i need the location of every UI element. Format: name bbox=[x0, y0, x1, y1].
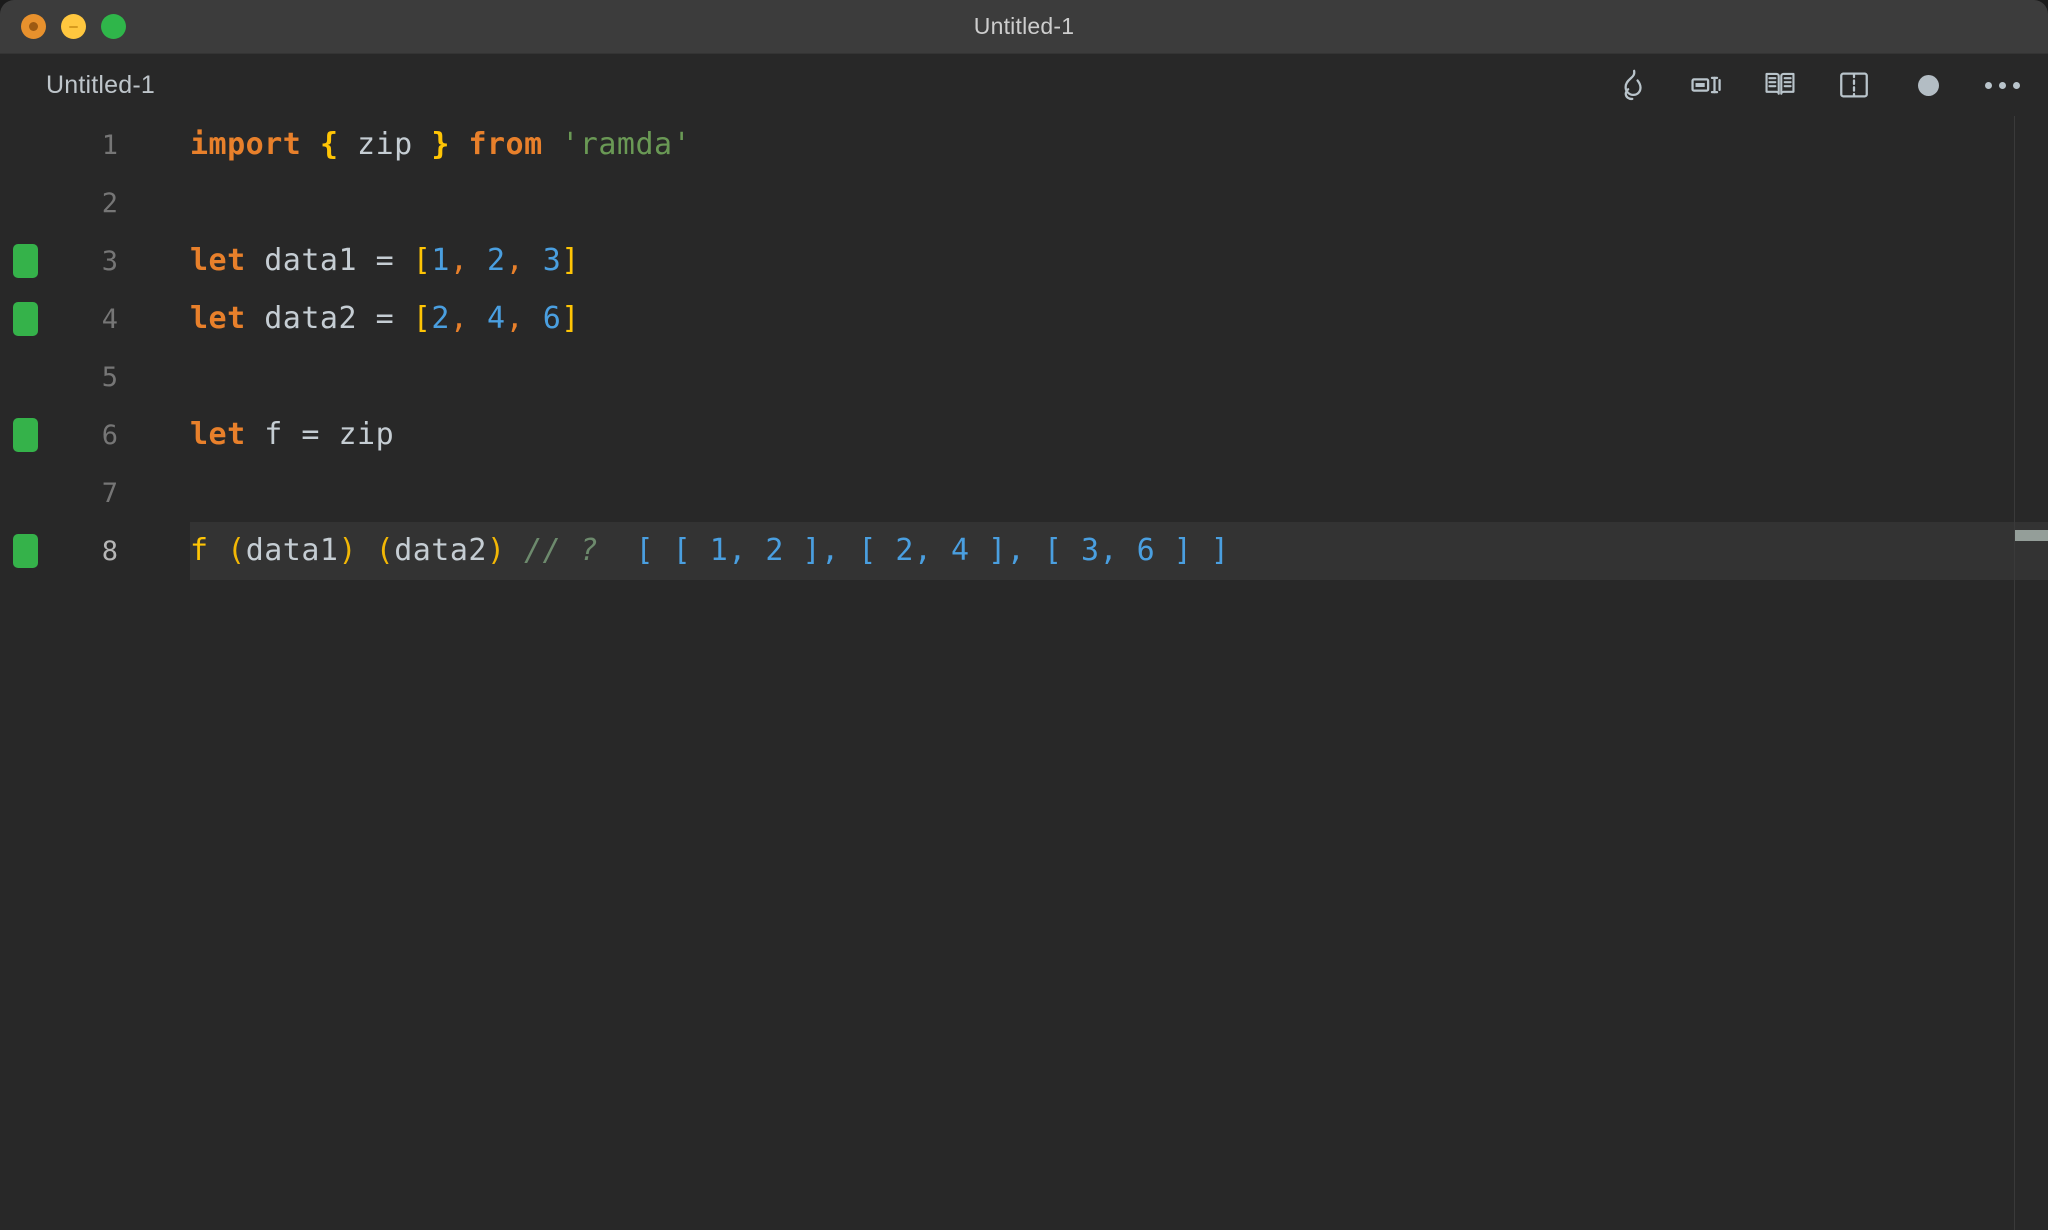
token: , bbox=[505, 301, 525, 336]
token: , bbox=[449, 243, 469, 278]
token: { bbox=[319, 127, 339, 162]
line-number: 5 bbox=[101, 361, 118, 393]
editor-tabbar: Untitled-1 bbox=[0, 54, 2048, 116]
token: zip bbox=[338, 127, 432, 162]
book-icon[interactable] bbox=[1758, 63, 1802, 107]
tab-untitled-1[interactable]: Untitled-1 bbox=[46, 71, 155, 100]
maximize-window-button[interactable] bbox=[101, 14, 126, 39]
token: data1 = bbox=[245, 243, 413, 278]
token: ) bbox=[338, 533, 358, 568]
token: from bbox=[468, 127, 543, 162]
token: , bbox=[505, 243, 525, 278]
code-line-5[interactable]: 5 bbox=[0, 348, 2048, 406]
token: let bbox=[190, 417, 246, 452]
line-number: 7 bbox=[101, 477, 118, 509]
gutter-added-marker[interactable] bbox=[13, 302, 38, 336]
cursor-position-marker bbox=[2015, 530, 2048, 541]
token: 4 bbox=[487, 301, 506, 336]
line-number: 1 bbox=[101, 129, 118, 161]
token: [ bbox=[412, 301, 432, 336]
code-lines: 1 import { zip } from 'ramda' 2 3 let data1 … bbox=[0, 116, 2048, 580]
token: data2 = bbox=[245, 301, 413, 336]
filled-circle-icon[interactable] bbox=[1906, 63, 1950, 107]
rename-icon[interactable] bbox=[1684, 63, 1728, 107]
code-text[interactable]: let data1 = [1, 2, 3] bbox=[135, 232, 580, 290]
token: let bbox=[190, 243, 246, 278]
token: ] bbox=[561, 243, 580, 278]
code-line-3[interactable]: 3 let data1 = [1, 2, 3] bbox=[0, 232, 2048, 290]
token: data2 bbox=[394, 533, 487, 568]
close-window-button[interactable] bbox=[21, 14, 46, 39]
token: import bbox=[190, 127, 302, 162]
code-line-4[interactable]: 4 let data2 = [2, 4, 6] bbox=[0, 290, 2048, 348]
token: 2 bbox=[487, 243, 506, 278]
token: 1 bbox=[431, 243, 450, 278]
gutter-added-marker[interactable] bbox=[13, 418, 38, 452]
token: [ [ 1, 2 ], [ 2, 4 ], [ 3, 6 ] ] bbox=[635, 533, 1230, 568]
token: ) bbox=[487, 533, 506, 568]
split-editor-icon[interactable] bbox=[1832, 63, 1876, 107]
unsaved-dot bbox=[1917, 74, 1939, 96]
token: ( bbox=[227, 533, 246, 568]
code-line-7[interactable]: 7 bbox=[0, 464, 2048, 522]
code-text[interactable]: f (data1) (data2) // ? [ [ 1, 2 ], [ 2, … bbox=[135, 522, 1229, 580]
code-editor[interactable]: 1 import { zip } from 'ramda' 2 3 let data1 … bbox=[0, 116, 2048, 1230]
overview-ruler-scrollbar[interactable] bbox=[2014, 116, 2048, 1230]
code-text[interactable]: import { zip } from 'ramda' bbox=[135, 116, 691, 174]
token: 6 bbox=[542, 301, 562, 336]
window-controls bbox=[0, 14, 126, 39]
token: data1 bbox=[245, 533, 339, 568]
token: ] bbox=[561, 301, 580, 336]
editor-window: Untitled-1 Untitled-1 1 import {zip} f… bbox=[0, 0, 2048, 1230]
token: 2 bbox=[431, 301, 450, 336]
ellipsis-dots bbox=[1984, 81, 2020, 89]
code-line-2[interactable]: 2 bbox=[0, 174, 2048, 232]
quokka-flame-icon[interactable] bbox=[1610, 63, 1654, 107]
token: 3 bbox=[542, 243, 562, 278]
editor-actions bbox=[1610, 63, 2024, 107]
ellipsis-icon[interactable] bbox=[1980, 63, 2024, 107]
code-line-1[interactable]: 1 import { zip } from 'ramda' bbox=[0, 116, 2048, 174]
token: // ? bbox=[524, 533, 599, 568]
gutter-added-marker[interactable] bbox=[13, 244, 38, 278]
window-title: Untitled-1 bbox=[973, 13, 1075, 39]
token: } bbox=[431, 127, 450, 162]
gutter-added-marker[interactable] bbox=[13, 534, 38, 568]
token: 'ramda' bbox=[561, 127, 692, 162]
code-line-6[interactable]: 6 let f = zip bbox=[0, 406, 2048, 464]
token: , bbox=[449, 301, 469, 336]
code-text[interactable]: let f = zip bbox=[135, 406, 394, 464]
token: let bbox=[190, 301, 246, 336]
code-text[interactable]: let data2 = [2, 4, 6] bbox=[135, 290, 580, 348]
token: [ bbox=[412, 243, 432, 278]
window-titlebar: Untitled-1 bbox=[0, 0, 2048, 54]
token: f = zip bbox=[245, 417, 395, 452]
token: ( bbox=[375, 533, 395, 568]
minimize-window-button[interactable] bbox=[61, 14, 86, 39]
token: f bbox=[190, 533, 209, 568]
code-line-8[interactable]: 8f (data1) (data2) // ? [ [ 1, 2 ], [ 2,… bbox=[0, 522, 2048, 580]
line-number: 2 bbox=[101, 187, 118, 219]
